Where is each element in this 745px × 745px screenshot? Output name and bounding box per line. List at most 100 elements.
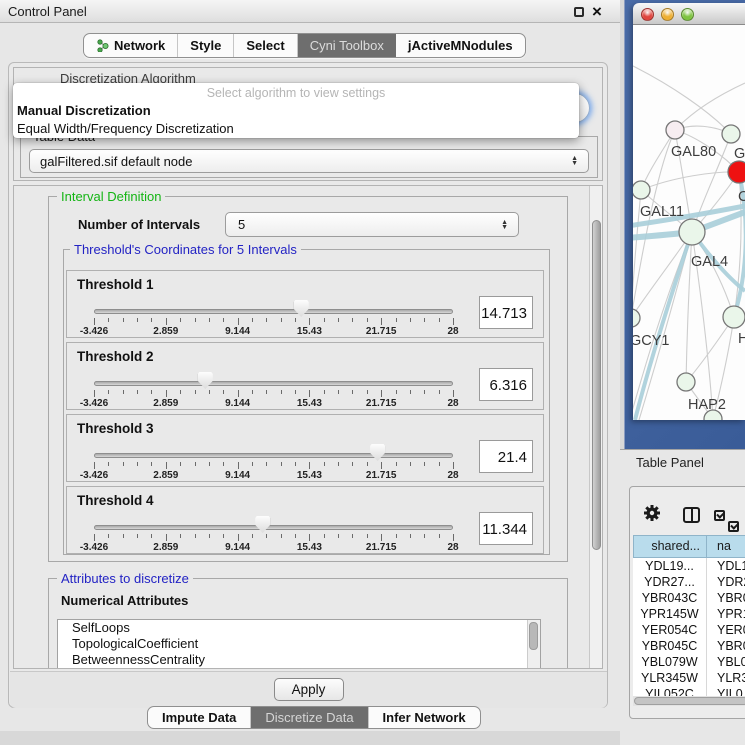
close-light-icon[interactable] (641, 8, 654, 21)
table-cell-name[interactable]: YLR3 (707, 670, 745, 686)
tab-cyni-toolbox[interactable]: Cyni Toolbox (298, 34, 396, 57)
attributes-group: Attributes to discretize Numerical Attri… (48, 578, 568, 669)
attributes-list-scrollbar[interactable] (527, 620, 540, 669)
table-cell-shared-name[interactable]: YBL079W (633, 654, 707, 670)
tick (352, 318, 353, 322)
threshold-panel-2: Threshold 2-3.4262.8599.14415.4321.71528… (66, 342, 544, 410)
table-row[interactable]: YBR045CYBR0 (633, 638, 745, 654)
float-icon[interactable] (574, 7, 584, 17)
table-cell-name[interactable]: YER0 (707, 622, 745, 638)
checkbox-icon[interactable] (714, 510, 725, 521)
network-node[interactable] (633, 181, 650, 199)
settings-scrollbar[interactable] (589, 186, 603, 668)
table-cell-shared-name[interactable]: YER054C (633, 622, 707, 638)
table-cell-name[interactable]: YBR0 (707, 590, 745, 606)
network-node[interactable] (723, 306, 745, 328)
zoom-light-icon[interactable] (681, 8, 694, 21)
column-header-name[interactable]: na (707, 535, 745, 558)
attribute-list-item[interactable]: TopologicalCoefficient (58, 636, 540, 652)
tab-style[interactable]: Style (178, 34, 234, 57)
tab-jactivemnodules[interactable]: jActiveMNodules (396, 34, 525, 57)
scrollbar-thumb[interactable] (592, 220, 601, 550)
network-node[interactable] (679, 219, 705, 245)
tab-select[interactable]: Select (234, 34, 297, 57)
table-cell-shared-name[interactable]: YDL19... (633, 558, 707, 574)
table-horizontal-scrollbar[interactable] (633, 696, 745, 706)
threshold-slider-thumb[interactable] (255, 516, 270, 533)
tab-infer-network[interactable]: Infer Network (369, 707, 480, 728)
checkbox-icon[interactable] (728, 521, 739, 532)
table-cell-shared-name[interactable]: YBR043C (633, 590, 707, 606)
threshold-value-field[interactable]: 14.713 (479, 296, 533, 329)
table-row[interactable]: YBR043CYBR0 (633, 590, 745, 606)
tab-network[interactable]: Network (84, 34, 178, 57)
threshold-slider-track[interactable] (94, 525, 453, 530)
table-row[interactable]: YDL19...YDL1 (633, 558, 745, 574)
network-edge[interactable] (686, 317, 734, 382)
scrollbar-thumb[interactable] (634, 697, 745, 705)
scrollbar-thumb[interactable] (529, 622, 538, 650)
numerical-attributes-list[interactable]: SelfLoopsTopologicalCoefficientBetweenne… (57, 619, 541, 669)
node-label: HAP2 (688, 397, 726, 413)
table-cell-name[interactable]: YPR1 (707, 606, 745, 622)
gear-icon[interactable] (643, 504, 661, 527)
table-cell-shared-name[interactable]: YLR345W (633, 670, 707, 686)
network-view-window[interactable]: GAL80GCGAL11GAL4GCY1HHAP2 (633, 3, 745, 420)
table-cell-name[interactable]: YBR0 (707, 638, 745, 654)
table-row[interactable]: YIL052CYIL0 (633, 686, 745, 696)
network-node[interactable] (722, 125, 740, 143)
table-row[interactable]: YBL079WYBL0 (633, 654, 745, 670)
table-cell-shared-name[interactable]: YBR045C (633, 638, 707, 654)
threshold-value-field[interactable]: 6.316 (479, 368, 533, 401)
network-node[interactable] (666, 121, 684, 139)
threshold-slider-thumb[interactable] (294, 300, 309, 317)
dropdown-prompt[interactable]: Select algorithm to view settings (13, 83, 579, 102)
network-node[interactable] (633, 309, 640, 327)
tick (439, 462, 440, 466)
table-cell-shared-name[interactable]: YDR27... (633, 574, 707, 590)
tab-impute-data[interactable]: Impute Data (148, 707, 251, 728)
table-row[interactable]: YDR27...YDR2 (633, 574, 745, 590)
dropdown-item-equal-width[interactable]: Equal Width/Frequency Discretization (13, 120, 579, 138)
table-row[interactable]: YER054CYER0 (633, 622, 745, 638)
threshold-value-field[interactable]: 21.4 (479, 440, 533, 473)
network-canvas[interactable]: GAL80GCGAL11GAL4GCY1HHAP2 (633, 25, 745, 420)
network-edge-highlighted[interactable] (635, 232, 692, 420)
table-cell-shared-name[interactable]: YPR145W (633, 606, 707, 622)
table-row[interactable]: YPR145WYPR1 (633, 606, 745, 622)
table-cell-name[interactable]: YBL0 (707, 654, 745, 670)
table-cell-name[interactable]: YIL0 (707, 686, 745, 696)
threshold-slider-thumb[interactable] (198, 372, 213, 389)
column-header-shared-name[interactable]: shared... (633, 535, 707, 558)
minimize-light-icon[interactable] (661, 8, 674, 21)
tab-discretize-data[interactable]: Discretize Data (251, 707, 368, 728)
attribute-list-item[interactable]: SelfLoops (58, 620, 540, 636)
table-row[interactable]: YLR345WYLR3 (633, 670, 745, 686)
tick (137, 390, 138, 394)
threshold-slider-thumb[interactable] (370, 444, 385, 461)
close-icon[interactable]: × (592, 0, 602, 23)
threshold-slider-track[interactable] (94, 453, 453, 458)
table-cell-name[interactable]: YDR2 (707, 574, 745, 590)
network-edge[interactable] (641, 172, 739, 190)
tick (295, 534, 296, 538)
attribute-list-item[interactable]: BetweennessCentrality (58, 652, 540, 668)
threshold-slider-track[interactable] (94, 381, 453, 386)
network-node[interactable] (728, 161, 745, 183)
tick (123, 462, 124, 466)
threshold-panel-3: Threshold 3-3.4262.8599.14415.4321.71528… (66, 414, 544, 482)
table-cell-name[interactable]: YDL1 (707, 558, 745, 574)
network-node[interactable] (677, 373, 695, 391)
number-of-intervals-select[interactable]: 5 ▲▼ (225, 212, 519, 237)
node-label: G (734, 146, 745, 162)
network-edge[interactable] (675, 83, 745, 130)
threshold-slider-track[interactable] (94, 309, 453, 314)
network-edge[interactable] (633, 232, 692, 318)
apply-button[interactable]: Apply (274, 678, 344, 701)
table-data-select[interactable]: galFiltered.sif default node ▲▼ (29, 149, 589, 173)
tick-label: 9.144 (214, 326, 262, 337)
dropdown-item-manual-discretization[interactable]: Manual Discretization (13, 102, 579, 120)
table-cell-shared-name[interactable]: YIL052C (633, 686, 707, 696)
threshold-value-field[interactable]: 11.344 (479, 512, 533, 545)
columns-icon[interactable] (683, 507, 700, 523)
